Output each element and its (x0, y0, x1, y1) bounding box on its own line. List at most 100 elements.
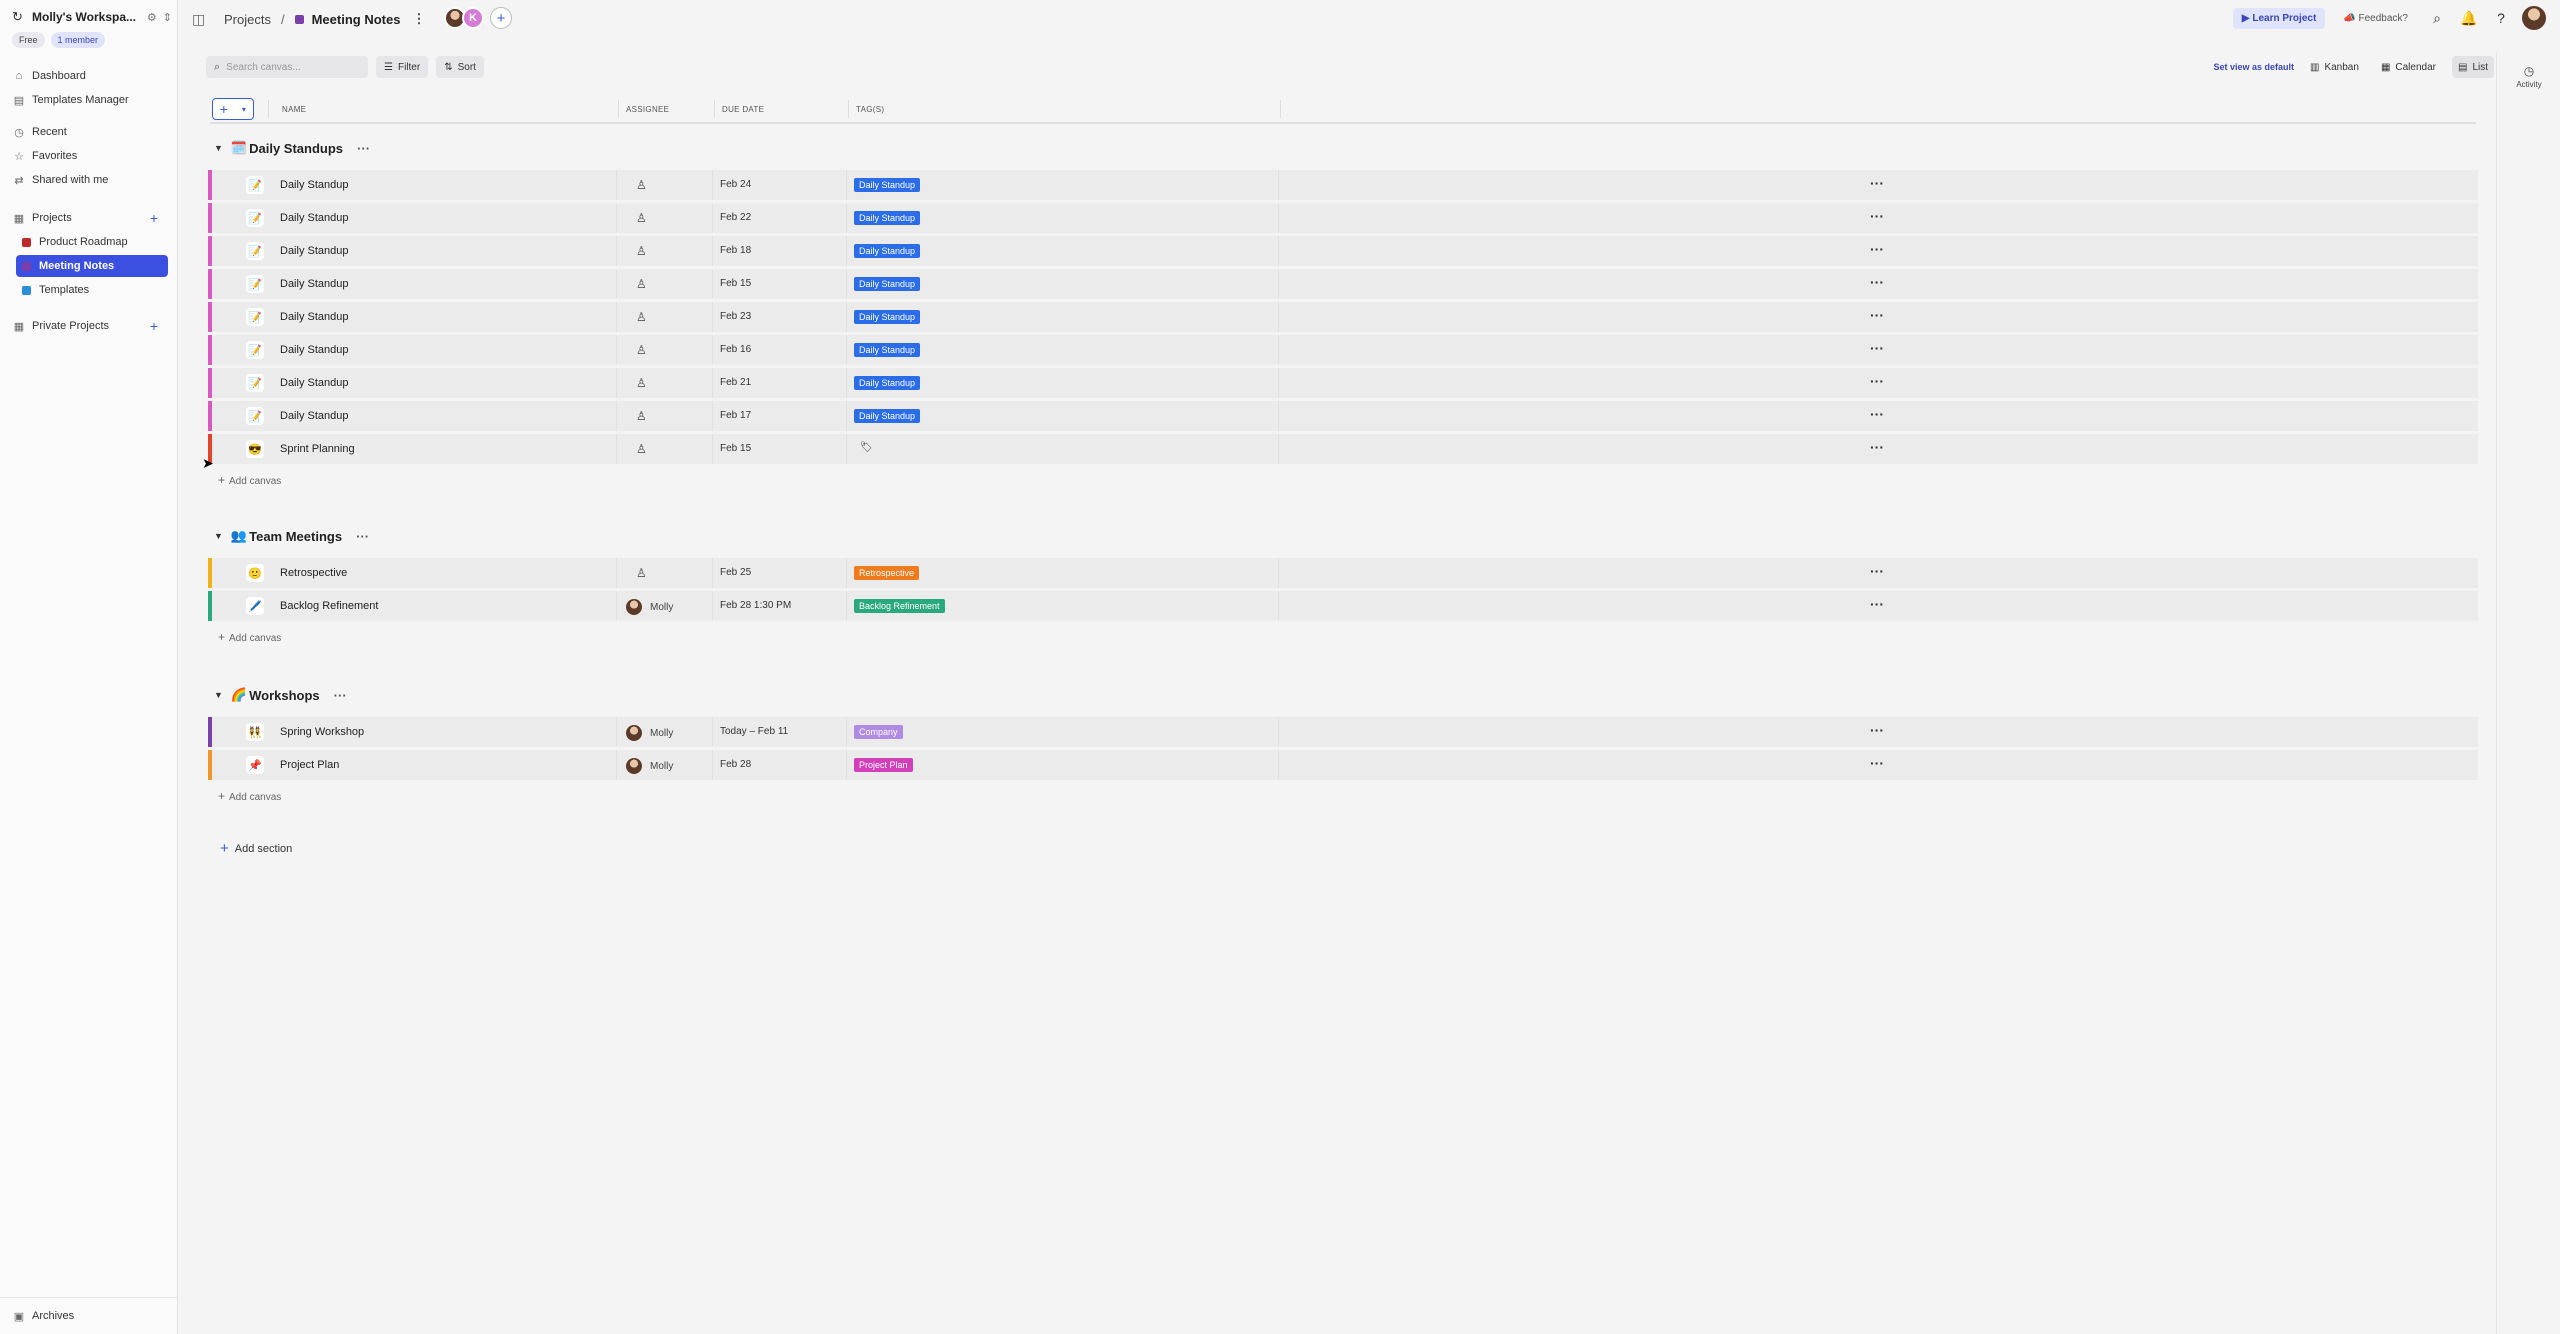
column-header-due-date[interactable]: DUE DATE (722, 105, 764, 114)
sidebar-item-templates-manager[interactable]: ▤ Templates Manager (12, 89, 168, 111)
due-date[interactable]: Feb 22 (720, 212, 751, 223)
sidebar-item-shared[interactable]: ⇄ Shared with me (12, 169, 168, 191)
person-icon[interactable]: ♙ (636, 409, 647, 423)
assignee-cell[interactable]: ♙ (626, 244, 647, 258)
view-calendar[interactable]: ▦ Calendar (2375, 56, 2442, 78)
tag-badge[interactable]: Daily Standup (854, 409, 921, 423)
due-date[interactable]: Feb 21 (720, 377, 751, 388)
collapse-triangle-icon[interactable]: ▼ (214, 531, 223, 541)
row-more-icon[interactable]: ··· (1870, 241, 1884, 257)
due-date[interactable]: Feb 17 (720, 410, 751, 421)
row-more-icon[interactable]: ··· (1870, 406, 1884, 422)
row-more-icon[interactable]: ··· (1870, 274, 1884, 290)
assignee-cell[interactable]: Molly (626, 725, 673, 741)
assignee-cell[interactable]: ♙ (626, 310, 647, 324)
tag-badge[interactable]: Daily Standup (854, 244, 921, 258)
assignee-cell[interactable]: ♙ (626, 211, 647, 225)
add-canvas-button[interactable]: + Add canvas (218, 789, 281, 803)
tag-badge[interactable]: Daily Standup (854, 310, 921, 324)
avatar[interactable]: K (462, 7, 484, 29)
column-divider[interactable] (848, 100, 849, 118)
due-date[interactable]: Feb 25 (720, 567, 751, 578)
user-avatar[interactable] (2522, 6, 2546, 30)
tag-badge[interactable]: Daily Standup (854, 376, 921, 390)
assignee-cell[interactable]: Molly (626, 758, 673, 774)
tag-badge[interactable]: Backlog Refinement (854, 599, 945, 613)
section-more-icon[interactable]: ··· (334, 688, 347, 703)
view-kanban[interactable]: ▥ Kanban (2304, 56, 2365, 78)
search-icon[interactable]: ⌕ (2426, 7, 2448, 29)
table-row[interactable]: 😎 Sprint Planning ♙ Feb 15 🏷 ··· (208, 434, 2478, 464)
collapse-triangle-icon[interactable]: ▼ (214, 690, 223, 700)
sort-button[interactable]: ⇅ Sort (436, 56, 484, 78)
canvas-name[interactable]: Daily Standup (280, 212, 349, 224)
person-icon[interactable]: ♙ (636, 178, 647, 192)
assignee-cell[interactable]: ♙ (626, 376, 647, 390)
row-more-icon[interactable]: ··· (1870, 175, 1884, 191)
learn-project-button[interactable]: ▶ Learn Project (2232, 7, 2326, 29)
section-header[interactable]: ▼ 🌈 Workshops ··· (214, 685, 347, 705)
row-more-icon[interactable]: ··· (1870, 307, 1884, 323)
table-row[interactable]: 📌 Project Plan Molly Feb 28 Project Plan ··· (208, 750, 2478, 780)
table-row[interactable]: 📝 Daily Standup ♙ Feb 21 Daily Standup ··· (208, 368, 2478, 398)
table-row[interactable]: 🙂 Retrospective ♙ Feb 25 Retrospective ··· (208, 558, 2478, 588)
sidebar-item-projects[interactable]: ▦ Projects + (12, 207, 168, 229)
add-private-project-icon[interactable]: + (150, 318, 158, 334)
bell-icon[interactable]: 🔔 (2458, 7, 2480, 29)
tag-badge[interactable]: Daily Standup (854, 211, 921, 225)
canvas-name[interactable]: Daily Standup (280, 410, 349, 422)
add-canvas-button[interactable]: + Add canvas (218, 473, 281, 487)
sidebar-item-dashboard[interactable]: ⌂ Dashboard (12, 65, 168, 87)
row-more-icon[interactable]: ··· (1870, 755, 1884, 771)
add-canvas-dropdown-button[interactable]: + ▾ (212, 98, 254, 120)
add-project-icon[interactable]: + (150, 210, 158, 226)
sidebar-item-archives[interactable]: ▣ Archives (12, 1305, 168, 1327)
breadcrumb-projects[interactable]: Projects (224, 12, 271, 27)
activity-button[interactable]: ◷ Activity (2497, 64, 2560, 89)
due-date[interactable]: Feb 15 (720, 278, 751, 289)
tag-badge[interactable]: Project Plan (854, 758, 913, 772)
column-divider[interactable] (618, 100, 619, 118)
row-more-icon[interactable]: ··· (1870, 373, 1884, 389)
assignee-cell[interactable]: ♙ (626, 277, 647, 291)
table-row[interactable]: 📝 Daily Standup ♙ Feb 17 Daily Standup ··· (208, 401, 2478, 431)
due-date[interactable]: Feb 15 (720, 443, 751, 454)
person-icon[interactable]: ♙ (636, 566, 647, 580)
tag-badge[interactable]: Company (854, 725, 903, 739)
project-more-icon[interactable]: ⋮ (412, 11, 425, 27)
canvas-name[interactable]: Project Plan (280, 759, 339, 771)
row-more-icon[interactable]: ··· (1870, 340, 1884, 356)
canvas-name[interactable]: Daily Standup (280, 344, 349, 356)
sidebar-item-recent[interactable]: ◷ Recent (12, 121, 168, 143)
person-icon[interactable]: ♙ (636, 211, 647, 225)
section-more-icon[interactable]: ··· (357, 141, 370, 156)
person-icon[interactable]: ♙ (636, 343, 647, 357)
breadcrumb-current[interactable]: Meeting Notes (294, 12, 400, 27)
table-row[interactable]: 👯 Spring Workshop Molly Today – Feb 11 Compa… (208, 717, 2478, 747)
person-icon[interactable]: ♙ (636, 442, 647, 456)
workspace-settings-icon[interactable]: ⚙ (147, 11, 157, 24)
column-header-tags[interactable]: TAG(S) (856, 105, 884, 114)
canvas-name[interactable]: Daily Standup (280, 278, 349, 290)
table-row[interactable]: 🖊️ Backlog Refinement Molly Feb 28 1:30 PM B… (208, 591, 2478, 621)
canvas-name[interactable]: Retrospective (280, 567, 347, 579)
feedback-button[interactable]: 📣 Feedback? (2335, 8, 2416, 29)
help-icon[interactable]: ? (2490, 7, 2512, 29)
table-row[interactable]: 📝 Daily Standup ♙ Feb 23 Daily Standup ··· (208, 302, 2478, 332)
table-row[interactable]: 📝 Daily Standup ♙ Feb 16 Daily Standup ··· (208, 335, 2478, 365)
table-row[interactable]: 📝 Daily Standup ♙ Feb 18 Daily Standup ··· (208, 236, 2478, 266)
column-header-assignee[interactable]: ASSIGNEE (626, 105, 669, 114)
workspace-switcher[interactable]: ↻ Molly's Workspa... ⚙ ⇕ (12, 6, 172, 28)
section-more-icon[interactable]: ··· (356, 529, 369, 544)
due-date[interactable]: Today – Feb 11 (720, 726, 788, 737)
due-date[interactable]: Feb 18 (720, 245, 751, 256)
add-collaborator-button[interactable]: + (490, 7, 512, 29)
section-header[interactable]: ▼ 👥 Team Meetings ··· (214, 526, 369, 546)
tag-icon[interactable]: 🏷 (860, 442, 873, 453)
workspace-switch-icon[interactable]: ⇕ (163, 11, 172, 24)
row-more-icon[interactable]: ··· (1870, 722, 1884, 738)
tag-badge[interactable]: Daily Standup (854, 277, 921, 291)
assignee-cell[interactable]: ♙ (626, 409, 647, 423)
collapse-triangle-icon[interactable]: ▼ (214, 143, 223, 153)
canvas-name[interactable]: Sprint Planning (280, 443, 355, 455)
